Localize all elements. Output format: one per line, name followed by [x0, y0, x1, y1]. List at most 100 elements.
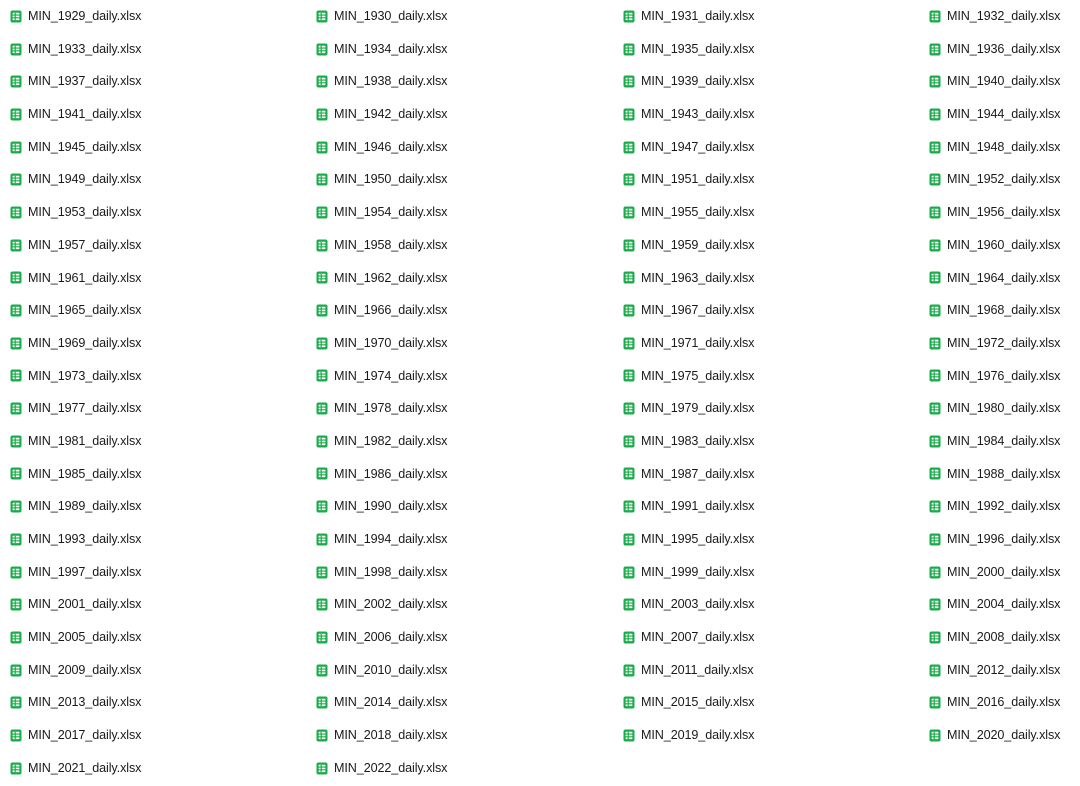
file-item[interactable]: MIN_1959_daily.xlsx: [613, 229, 919, 262]
file-item[interactable]: MIN_1938_daily.xlsx: [306, 65, 613, 98]
spreadsheet-file-icon: [316, 696, 328, 709]
file-item[interactable]: MIN_1981_daily.xlsx: [0, 425, 306, 458]
file-item[interactable]: MIN_1931_daily.xlsx: [613, 0, 919, 33]
file-item[interactable]: MIN_1945_daily.xlsx: [0, 131, 306, 164]
file-item[interactable]: MIN_1982_daily.xlsx: [306, 425, 613, 458]
file-item[interactable]: MIN_1983_daily.xlsx: [613, 425, 919, 458]
file-item[interactable]: MIN_1957_daily.xlsx: [0, 229, 306, 262]
file-item[interactable]: MIN_1932_daily.xlsx: [919, 0, 1080, 33]
file-item[interactable]: MIN_1986_daily.xlsx: [306, 458, 613, 491]
file-item[interactable]: MIN_1944_daily.xlsx: [919, 98, 1080, 131]
file-item[interactable]: MIN_1941_daily.xlsx: [0, 98, 306, 131]
file-item[interactable]: MIN_2004_daily.xlsx: [919, 588, 1080, 621]
spreadsheet-file-icon: [10, 402, 22, 415]
file-item[interactable]: MIN_1952_daily.xlsx: [919, 163, 1080, 196]
file-name: MIN_1935_daily.xlsx: [641, 41, 755, 56]
file-item[interactable]: MIN_1950_daily.xlsx: [306, 163, 613, 196]
file-item[interactable]: MIN_2016_daily.xlsx: [919, 686, 1080, 719]
file-item[interactable]: MIN_1996_daily.xlsx: [919, 523, 1080, 556]
file-item[interactable]: MIN_1997_daily.xlsx: [0, 556, 306, 589]
file-item[interactable]: MIN_1934_daily.xlsx: [306, 33, 613, 66]
file-item[interactable]: MIN_1980_daily.xlsx: [919, 392, 1080, 425]
file-item[interactable]: MIN_1947_daily.xlsx: [613, 131, 919, 164]
file-item[interactable]: MIN_1946_daily.xlsx: [306, 131, 613, 164]
file-item[interactable]: MIN_2019_daily.xlsx: [613, 719, 919, 752]
file-item[interactable]: MIN_1963_daily.xlsx: [613, 262, 919, 295]
file-item[interactable]: MIN_1991_daily.xlsx: [613, 490, 919, 523]
file-item[interactable]: MIN_1958_daily.xlsx: [306, 229, 613, 262]
spreadsheet-file-icon: [623, 75, 635, 88]
file-item[interactable]: MIN_1979_daily.xlsx: [613, 392, 919, 425]
file-item[interactable]: MIN_2011_daily.xlsx: [613, 654, 919, 687]
file-item[interactable]: MIN_2009_daily.xlsx: [0, 654, 306, 687]
file-item[interactable]: MIN_1936_daily.xlsx: [919, 33, 1080, 66]
file-item[interactable]: MIN_2001_daily.xlsx: [0, 588, 306, 621]
file-item[interactable]: MIN_1993_daily.xlsx: [0, 523, 306, 556]
file-item[interactable]: MIN_1978_daily.xlsx: [306, 392, 613, 425]
file-item[interactable]: MIN_1962_daily.xlsx: [306, 262, 613, 295]
file-item[interactable]: MIN_2017_daily.xlsx: [0, 719, 306, 752]
file-item[interactable]: MIN_2002_daily.xlsx: [306, 588, 613, 621]
file-item[interactable]: MIN_1948_daily.xlsx: [919, 131, 1080, 164]
file-item[interactable]: MIN_2000_daily.xlsx: [919, 556, 1080, 589]
file-item[interactable]: MIN_1972_daily.xlsx: [919, 327, 1080, 360]
file-item[interactable]: MIN_2007_daily.xlsx: [613, 621, 919, 654]
file-item[interactable]: MIN_2005_daily.xlsx: [0, 621, 306, 654]
file-item[interactable]: MIN_1937_daily.xlsx: [0, 65, 306, 98]
file-item[interactable]: MIN_1940_daily.xlsx: [919, 65, 1080, 98]
file-item[interactable]: MIN_1961_daily.xlsx: [0, 262, 306, 295]
file-item[interactable]: MIN_1994_daily.xlsx: [306, 523, 613, 556]
file-item[interactable]: MIN_1976_daily.xlsx: [919, 360, 1080, 393]
file-item[interactable]: MIN_1987_daily.xlsx: [613, 458, 919, 491]
file-item[interactable]: MIN_1949_daily.xlsx: [0, 163, 306, 196]
file-item[interactable]: MIN_2022_daily.xlsx: [306, 752, 613, 785]
file-item[interactable]: MIN_2012_daily.xlsx: [919, 654, 1080, 687]
file-item[interactable]: MIN_2014_daily.xlsx: [306, 686, 613, 719]
file-item[interactable]: MIN_1992_daily.xlsx: [919, 490, 1080, 523]
file-item[interactable]: MIN_1951_daily.xlsx: [613, 163, 919, 196]
file-item[interactable]: MIN_1954_daily.xlsx: [306, 196, 613, 229]
file-item[interactable]: MIN_2020_daily.xlsx: [919, 719, 1080, 752]
file-item[interactable]: MIN_1977_daily.xlsx: [0, 392, 306, 425]
file-item[interactable]: MIN_1999_daily.xlsx: [613, 556, 919, 589]
file-item[interactable]: MIN_1942_daily.xlsx: [306, 98, 613, 131]
file-item[interactable]: MIN_1974_daily.xlsx: [306, 360, 613, 393]
file-item[interactable]: MIN_1995_daily.xlsx: [613, 523, 919, 556]
file-item[interactable]: MIN_2015_daily.xlsx: [613, 686, 919, 719]
file-item[interactable]: MIN_1965_daily.xlsx: [0, 294, 306, 327]
file-item[interactable]: MIN_2018_daily.xlsx: [306, 719, 613, 752]
file-item[interactable]: MIN_1971_daily.xlsx: [613, 327, 919, 360]
file-item[interactable]: MIN_1990_daily.xlsx: [306, 490, 613, 523]
file-item[interactable]: MIN_1985_daily.xlsx: [0, 458, 306, 491]
file-item[interactable]: MIN_1964_daily.xlsx: [919, 262, 1080, 295]
file-item[interactable]: MIN_1988_daily.xlsx: [919, 458, 1080, 491]
file-item[interactable]: MIN_2021_daily.xlsx: [0, 752, 306, 785]
file-item[interactable]: MIN_1960_daily.xlsx: [919, 229, 1080, 262]
file-item[interactable]: MIN_1939_daily.xlsx: [613, 65, 919, 98]
file-item[interactable]: MIN_2008_daily.xlsx: [919, 621, 1080, 654]
file-item[interactable]: MIN_1975_daily.xlsx: [613, 360, 919, 393]
file-item[interactable]: MIN_1935_daily.xlsx: [613, 33, 919, 66]
file-name: MIN_1953_daily.xlsx: [28, 205, 142, 220]
file-item[interactable]: MIN_1929_daily.xlsx: [0, 0, 306, 33]
file-item[interactable]: MIN_2006_daily.xlsx: [306, 621, 613, 654]
file-item[interactable]: MIN_1956_daily.xlsx: [919, 196, 1080, 229]
file-item[interactable]: MIN_1933_daily.xlsx: [0, 33, 306, 66]
file-item[interactable]: MIN_1984_daily.xlsx: [919, 425, 1080, 458]
file-item[interactable]: MIN_2003_daily.xlsx: [613, 588, 919, 621]
file-item[interactable]: MIN_1998_daily.xlsx: [306, 556, 613, 589]
spreadsheet-file-icon: [929, 566, 941, 579]
file-item[interactable]: MIN_1955_daily.xlsx: [613, 196, 919, 229]
file-item[interactable]: MIN_1953_daily.xlsx: [0, 196, 306, 229]
file-item[interactable]: MIN_1930_daily.xlsx: [306, 0, 613, 33]
file-item[interactable]: MIN_1973_daily.xlsx: [0, 360, 306, 393]
file-item[interactable]: MIN_1989_daily.xlsx: [0, 490, 306, 523]
file-item[interactable]: MIN_1943_daily.xlsx: [613, 98, 919, 131]
file-item[interactable]: MIN_2010_daily.xlsx: [306, 654, 613, 687]
file-item[interactable]: MIN_1967_daily.xlsx: [613, 294, 919, 327]
file-item[interactable]: MIN_1966_daily.xlsx: [306, 294, 613, 327]
file-item[interactable]: MIN_1969_daily.xlsx: [0, 327, 306, 360]
file-item[interactable]: MIN_1968_daily.xlsx: [919, 294, 1080, 327]
file-item[interactable]: MIN_2013_daily.xlsx: [0, 686, 306, 719]
file-item[interactable]: MIN_1970_daily.xlsx: [306, 327, 613, 360]
